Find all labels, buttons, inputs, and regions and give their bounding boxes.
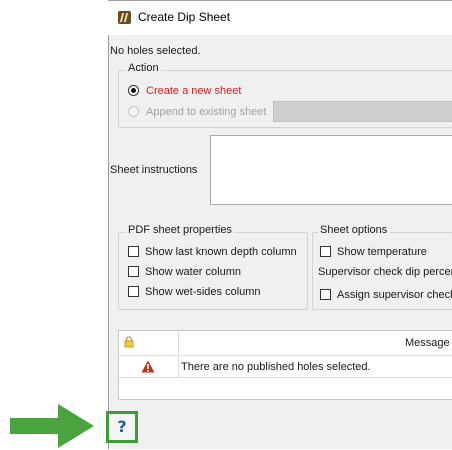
pdf-sheet-properties-label: PDF sheet properties bbox=[126, 224, 234, 236]
warning-icon bbox=[141, 360, 155, 373]
grid-row-divider bbox=[119, 377, 452, 378]
assign-supervisor-label[interactable]: Assign supervisor check bbox=[337, 289, 452, 301]
grid-column-divider bbox=[178, 331, 179, 377]
highlight-arrow-shaft bbox=[10, 418, 62, 434]
highlight-arrow-icon bbox=[58, 404, 94, 448]
lock-icon bbox=[124, 336, 134, 348]
dialog-title: Create Dip Sheet bbox=[138, 10, 231, 24]
message-row-text: There are no published holes selected. bbox=[181, 361, 371, 373]
supervisor-dip-percent-label: Supervisor check dip percer bbox=[318, 266, 452, 278]
show-water-checkbox[interactable] bbox=[128, 266, 139, 277]
show-water-label[interactable]: Show water column bbox=[145, 266, 241, 278]
show-last-depth-label[interactable]: Show last known depth column bbox=[145, 246, 297, 258]
sheet-options-label: Sheet options bbox=[318, 224, 390, 236]
help-button[interactable]: ? bbox=[106, 411, 138, 443]
show-temperature-label[interactable]: Show temperature bbox=[337, 246, 427, 258]
create-new-sheet-radio[interactable] bbox=[128, 85, 139, 96]
selection-status: No holes selected. bbox=[110, 45, 201, 57]
show-wet-sides-checkbox[interactable] bbox=[128, 286, 139, 297]
append-existing-sheet-label[interactable]: Append to existing sheet bbox=[146, 106, 266, 118]
message-column-header[interactable]: Message bbox=[405, 337, 450, 349]
show-last-depth-checkbox[interactable] bbox=[128, 246, 139, 257]
create-new-sheet-label[interactable]: Create a new sheet bbox=[146, 85, 241, 97]
sheet-instructions-label: Sheet instructions bbox=[110, 164, 198, 176]
sheet-instructions-input[interactable] bbox=[210, 135, 452, 205]
help-icon: ? bbox=[117, 417, 127, 436]
app-icon bbox=[118, 11, 131, 24]
show-temperature-checkbox[interactable] bbox=[320, 246, 331, 257]
assign-supervisor-checkbox[interactable] bbox=[320, 289, 331, 300]
grid-header-divider bbox=[119, 355, 452, 356]
action-group-label: Action bbox=[126, 62, 161, 74]
show-wet-sides-label[interactable]: Show wet-sides column bbox=[145, 286, 261, 298]
existing-sheet-dropdown[interactable] bbox=[273, 101, 452, 122]
append-existing-sheet-radio[interactable] bbox=[128, 106, 139, 117]
